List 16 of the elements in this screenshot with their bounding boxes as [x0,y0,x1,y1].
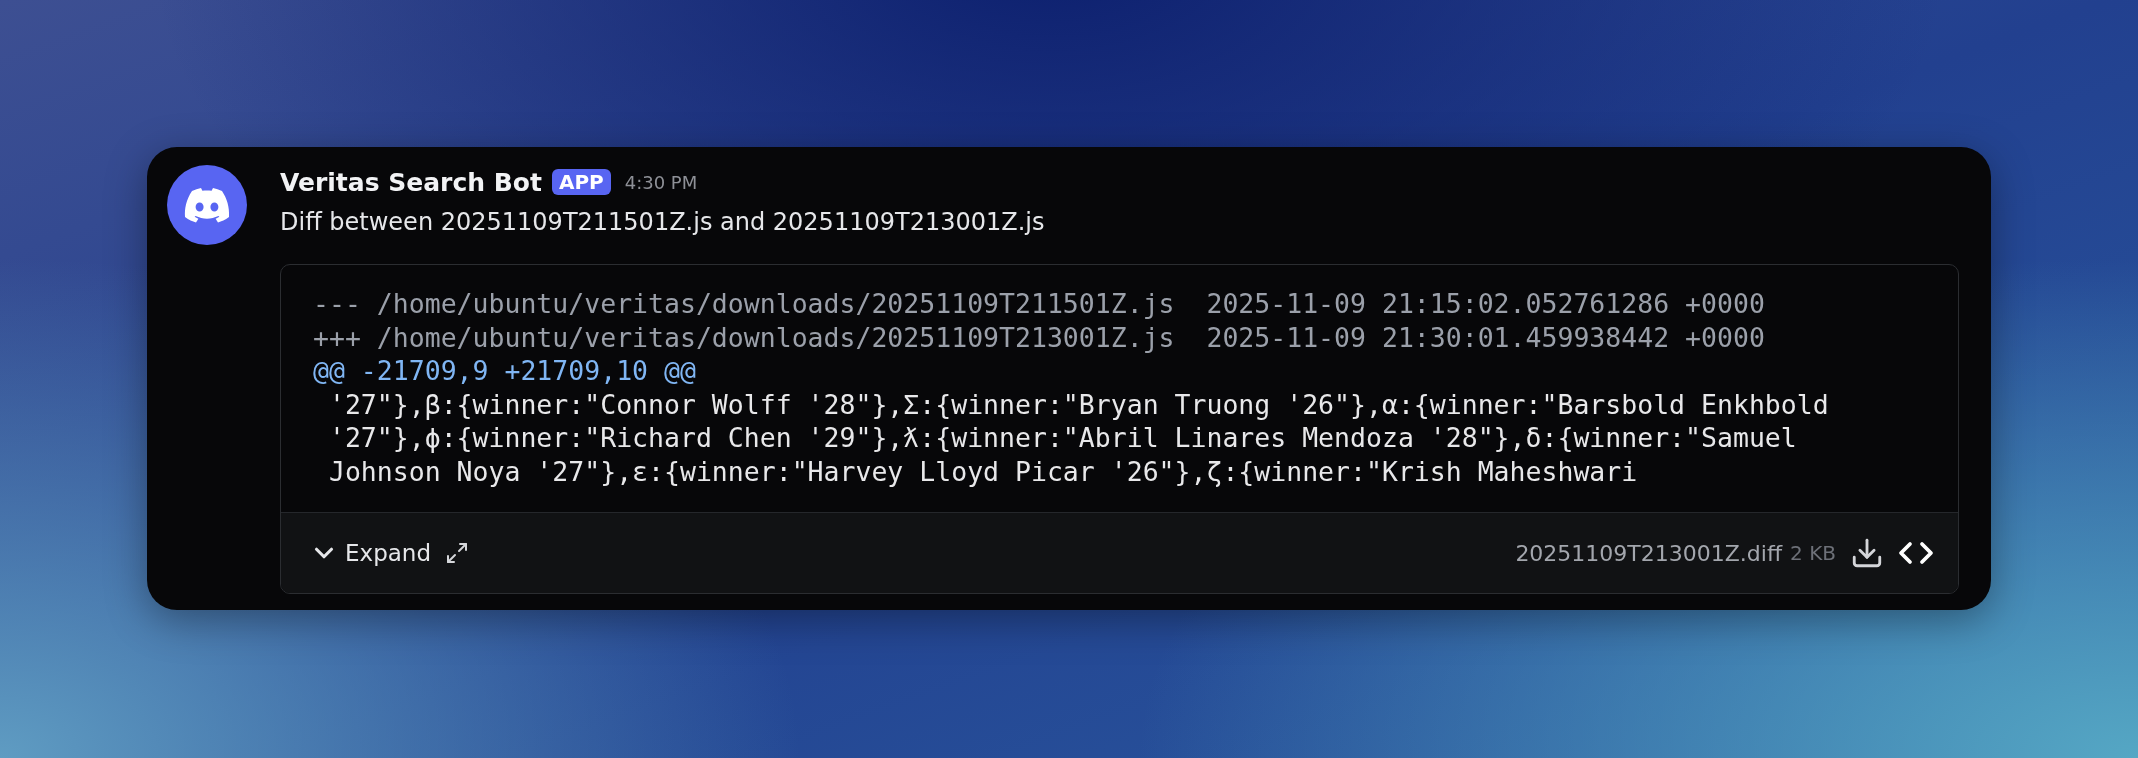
file-size: 2 KB [1790,541,1836,565]
code-line: +++ /home/ubuntu/veritas/downloads/20251109T213001Z.js 2025-11-09 21:30:01.459938442 +0000 [313,320,1765,354]
fullscreen-icon[interactable] [445,541,469,565]
code-line: '27"},β:{winner:"Connor Wolff '28"},Σ:{winner:"Bryan Truong '26"},α:{winner:"Barsbold Enkhbold [327,387,1829,421]
app-badge: APP [551,169,611,195]
code-line: Johnson Noya '27"},ε:{winner:"Harvey Lloyd Picar '26"},ζ:{winner:"Krish Maheshwari [327,454,1638,488]
download-icon[interactable] [1850,536,1884,570]
timestamp: 4:30 PM [624,171,698,193]
author-name[interactable]: Veritas Search Bot [280,167,542,197]
code-line: '27"},ϕ:{winner:"Richard Chen '29"},ƛ:{winner:"Abril Linares Mendoza '28"},δ:{winner:"Samuel [327,421,1797,455]
expand-button[interactable]: Expand [309,538,431,568]
message-text: Diff between 20251109T211501Z.js and 20251109T213001Z.js [280,208,1045,236]
file-name[interactable]: 20251109T213001Z.diff [1515,540,1783,566]
controller-icon [184,187,230,223]
code-line: --- /home/ubuntu/veritas/downloads/20251109T211501Z.js 2025-11-09 21:15:02.052761286 +0000 [313,287,1765,321]
code-line: @@ -21709,9 +21709,10 @@ [313,354,696,388]
